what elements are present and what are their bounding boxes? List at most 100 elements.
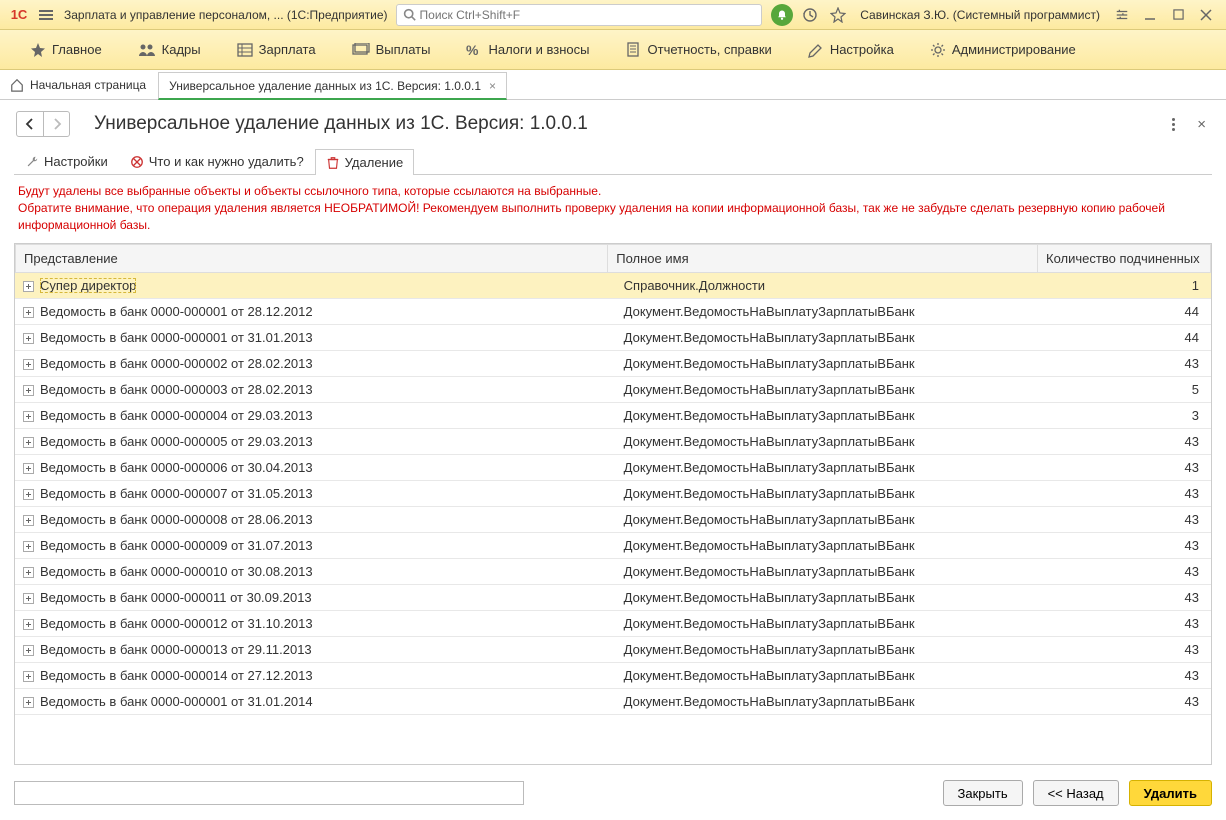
cell-fullname: Справочник.Должности <box>616 273 1052 299</box>
delete-button[interactable]: Удалить <box>1129 780 1212 806</box>
expand-icon[interactable] <box>23 671 34 682</box>
nav-forward-icon[interactable] <box>43 112 69 136</box>
table-row[interactable]: Ведомость в банк 0000-000004 от 29.03.20… <box>15 403 1211 429</box>
nav-back-icon[interactable] <box>17 112 43 136</box>
cell-fullname: Документ.ВедомостьНаВыплатуЗарплатыВБанк <box>616 455 1052 481</box>
expand-icon[interactable] <box>23 281 34 292</box>
warning-line: Будут удалены все выбранные объекты и об… <box>18 183 1208 200</box>
menu-main[interactable]: Главное <box>12 30 120 69</box>
table-row[interactable]: Ведомость в банк 0000-000009 от 31.07.20… <box>15 533 1211 559</box>
table-row[interactable]: Ведомость в банк 0000-000014 от 27.12.20… <box>15 663 1211 689</box>
table-row[interactable]: Ведомость в банк 0000-000011 от 30.09.20… <box>15 585 1211 611</box>
menu-reports[interactable]: Отчетность, справки <box>608 30 790 69</box>
menu-label: Выплаты <box>376 42 431 57</box>
footer-input[interactable] <box>14 781 524 805</box>
cell-count: 3 <box>1052 403 1211 429</box>
expand-icon[interactable] <box>23 385 34 396</box>
tab-what-delete[interactable]: Что и как нужно удалить? <box>119 148 315 174</box>
expand-icon[interactable] <box>23 541 34 552</box>
cell-fullname: Документ.ВедомостьНаВыплатуЗарплатыВБанк <box>616 403 1052 429</box>
search-box[interactable] <box>396 4 763 26</box>
table-row[interactable]: Ведомость в банк 0000-000008 от 28.06.20… <box>15 507 1211 533</box>
tab-active[interactable]: Универсальное удаление данных из 1С. Вер… <box>158 72 507 100</box>
maximize-icon[interactable] <box>1166 3 1190 27</box>
expand-icon[interactable] <box>23 593 34 604</box>
cell-representation: Ведомость в банк 0000-000014 от 27.12.20… <box>40 668 313 683</box>
table-row[interactable]: Ведомость в банк 0000-000012 от 31.10.20… <box>15 611 1211 637</box>
notifications-icon[interactable] <box>770 3 794 27</box>
cell-fullname: Документ.ВедомостьНаВыплатуЗарплатыВБанк <box>616 663 1052 689</box>
trash-icon <box>326 156 340 170</box>
cell-fullname: Документ.ВедомостьНаВыплатуЗарплатыВБанк <box>616 585 1052 611</box>
panel-settings-icon[interactable] <box>1110 3 1134 27</box>
user-name[interactable]: Савинская З.Ю. (Системный программист) <box>860 8 1100 22</box>
cell-representation: Ведомость в банк 0000-000007 от 31.05.20… <box>40 486 313 501</box>
table-row[interactable]: Ведомость в банк 0000-000003 от 28.02.20… <box>15 377 1211 403</box>
col-fullname[interactable]: Полное имя <box>608 245 1038 273</box>
history-icon[interactable] <box>798 3 822 27</box>
expand-icon[interactable] <box>23 437 34 448</box>
expand-icon[interactable] <box>23 697 34 708</box>
menu-taxes[interactable]: %Налоги и взносы <box>448 30 607 69</box>
col-representation[interactable]: Представление <box>16 245 608 273</box>
page-close-icon[interactable]: × <box>1193 112 1210 137</box>
page-menu-icon[interactable] <box>1163 114 1183 134</box>
minimize-icon[interactable] <box>1138 3 1162 27</box>
col-count[interactable]: Количество подчиненных <box>1038 245 1211 273</box>
table-row[interactable]: Ведомость в банк 0000-000005 от 29.03.20… <box>15 429 1211 455</box>
menu-payments[interactable]: Выплаты <box>334 30 449 69</box>
expand-icon[interactable] <box>23 619 34 630</box>
cell-representation: Ведомость в банк 0000-000004 от 29.03.20… <box>40 408 313 423</box>
cell-fullname: Документ.ВедомостьНаВыплатуЗарплатыВБанк <box>616 637 1052 663</box>
tab-active-label: Универсальное удаление данных из 1С. Вер… <box>169 79 481 93</box>
expand-icon[interactable] <box>23 333 34 344</box>
table-row[interactable]: Ведомость в банк 0000-000001 от 31.01.20… <box>15 325 1211 351</box>
tab-home-label: Начальная страница <box>30 78 146 92</box>
cell-representation: Ведомость в банк 0000-000005 от 29.03.20… <box>40 434 313 449</box>
tab-settings[interactable]: Настройки <box>14 148 119 174</box>
expand-icon[interactable] <box>23 307 34 318</box>
expand-icon[interactable] <box>23 645 34 656</box>
cell-count: 44 <box>1052 325 1211 351</box>
expand-icon[interactable] <box>23 359 34 370</box>
cell-representation: Супер директор <box>40 278 136 293</box>
cell-representation: Ведомость в банк 0000-000002 от 28.02.20… <box>40 356 313 371</box>
cell-representation: Ведомость в банк 0000-000010 от 30.08.20… <box>40 564 313 579</box>
table-row[interactable]: Ведомость в банк 0000-000007 от 31.05.20… <box>15 481 1211 507</box>
tab-close-icon[interactable]: × <box>489 79 496 93</box>
cell-count: 43 <box>1052 455 1211 481</box>
cell-count: 43 <box>1052 559 1211 585</box>
expand-icon[interactable] <box>23 567 34 578</box>
table-body-scroll[interactable]: Супер директорСправочник.Должности1Ведом… <box>15 273 1211 763</box>
table-row[interactable]: Ведомость в банк 0000-000010 от 30.08.20… <box>15 559 1211 585</box>
cell-fullname: Документ.ВедомостьНаВыплатуЗарплатыВБанк <box>616 429 1052 455</box>
menu-salary[interactable]: Зарплата <box>219 30 334 69</box>
cell-fullname: Документ.ВедомостьНаВыплатуЗарплатыВБанк <box>616 299 1052 325</box>
expand-icon[interactable] <box>23 515 34 526</box>
tab-deletion[interactable]: Удаление <box>315 149 415 175</box>
cell-representation: Ведомость в банк 0000-000003 от 28.02.20… <box>40 382 313 397</box>
menu-admin[interactable]: Администрирование <box>912 30 1094 69</box>
table-row[interactable]: Ведомость в банк 0000-000013 от 29.11.20… <box>15 637 1211 663</box>
favorite-icon[interactable] <box>826 3 850 27</box>
search-input[interactable] <box>420 8 756 22</box>
warning-text: Будут удалены все выбранные объекты и об… <box>0 175 1226 241</box>
close-window-icon[interactable] <box>1194 3 1218 27</box>
expand-icon[interactable] <box>23 463 34 474</box>
table-row[interactable]: Ведомость в банк 0000-000001 от 28.12.20… <box>15 299 1211 325</box>
tab-label: Что и как нужно удалить? <box>149 154 304 169</box>
cell-fullname: Документ.ВедомостьНаВыплатуЗарплатыВБанк <box>616 611 1052 637</box>
expand-icon[interactable] <box>23 489 34 500</box>
menu-settings[interactable]: Настройка <box>790 30 912 69</box>
menu-staff[interactable]: Кадры <box>120 30 219 69</box>
close-button[interactable]: Закрыть <box>943 780 1023 806</box>
table-row[interactable]: Ведомость в банк 0000-000001 от 31.01.20… <box>15 689 1211 715</box>
svg-text:%: % <box>466 42 479 58</box>
table-row[interactable]: Супер директорСправочник.Должности1 <box>15 273 1211 299</box>
table-row[interactable]: Ведомость в банк 0000-000002 от 28.02.20… <box>15 351 1211 377</box>
hamburger-icon[interactable] <box>36 5 56 25</box>
back-button[interactable]: << Назад <box>1033 780 1119 806</box>
expand-icon[interactable] <box>23 411 34 422</box>
table-row[interactable]: Ведомость в банк 0000-000006 от 30.04.20… <box>15 455 1211 481</box>
tab-home[interactable]: Начальная страница <box>0 71 156 99</box>
